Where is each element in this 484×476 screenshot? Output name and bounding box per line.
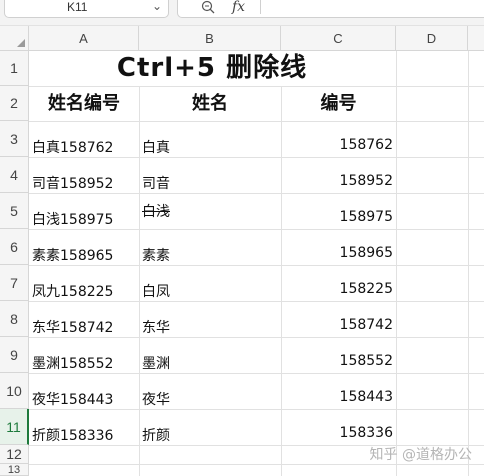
select-all-corner[interactable] — [0, 26, 29, 51]
row-header-4[interactable]: 4 — [0, 157, 29, 193]
cell-number[interactable]: 158225 — [281, 281, 393, 297]
cell-name[interactable]: 素素 — [142, 245, 170, 265]
header-name-id[interactable]: 姓名编号 — [29, 86, 139, 121]
fx-icon[interactable]: fx — [232, 0, 245, 15]
gridline — [29, 409, 484, 410]
row-header-8[interactable]: 8 — [0, 301, 29, 337]
formula-bar: K11 ⌄ fx — [0, 0, 484, 26]
gridline — [29, 121, 484, 122]
row-header-12[interactable]: 12 — [0, 445, 29, 464]
gridline — [29, 337, 484, 338]
cell-name[interactable]: 折颜 — [142, 425, 170, 445]
row-header-11[interactable]: 11 — [0, 409, 29, 445]
cell-name[interactable]: 夜华 — [142, 389, 170, 409]
cell-name[interactable]: 墨渊 — [142, 353, 170, 373]
column-header-bar: A B C D — [0, 26, 484, 51]
gridline — [468, 51, 469, 476]
cell-number[interactable]: 158952 — [281, 173, 393, 189]
gridline — [396, 51, 397, 476]
cell-number[interactable]: 158975 — [281, 209, 393, 225]
row-header-2[interactable]: 2 — [0, 86, 29, 121]
row-header-13[interactable]: 13 — [0, 464, 29, 476]
cell-combined[interactable]: 司音158952 — [32, 173, 113, 193]
cell-number[interactable]: 158762 — [281, 137, 393, 153]
row-header-3[interactable]: 3 — [0, 121, 29, 157]
cell-combined[interactable]: 东华158742 — [32, 317, 113, 337]
row-header-10[interactable]: 10 — [0, 373, 29, 409]
gridline — [29, 157, 484, 158]
cell-number[interactable]: 158552 — [281, 353, 393, 369]
cell-name[interactable]: 白真 — [142, 137, 170, 157]
select-all-icon — [17, 39, 25, 47]
cell-number[interactable]: 158742 — [281, 317, 393, 333]
cell-combined[interactable]: 墨渊158552 — [32, 353, 113, 373]
gridline — [29, 464, 484, 465]
row-header-7[interactable]: 7 — [0, 265, 29, 301]
cell-combined[interactable]: 夜华158443 — [32, 389, 113, 409]
row-header-6[interactable]: 6 — [0, 229, 29, 265]
watermark: 知乎 @道格办公 — [369, 447, 472, 463]
gridline — [29, 265, 484, 266]
header-name[interactable]: 姓名 — [139, 86, 281, 121]
cell-combined[interactable]: 白浅158975 — [32, 209, 113, 229]
gridline — [29, 229, 484, 230]
cell-name-strikethrough[interactable]: 白浅 — [142, 201, 170, 221]
cell-combined[interactable]: 凤九158225 — [32, 281, 113, 301]
gridline — [29, 193, 484, 194]
row-header-9[interactable]: 9 — [0, 337, 29, 373]
cell-name[interactable]: 白凤 — [142, 281, 170, 301]
header-number[interactable]: 编号 — [281, 86, 396, 121]
column-header-b[interactable]: B — [139, 26, 281, 51]
cell-name[interactable]: 东华 — [142, 317, 170, 337]
column-header-c[interactable]: C — [281, 26, 396, 51]
chevron-down-icon[interactable]: ⌄ — [152, 0, 162, 12]
cell-number[interactable]: 158443 — [281, 389, 393, 405]
column-header-a[interactable]: A — [29, 26, 139, 51]
zoom-icon[interactable] — [200, 0, 216, 14]
row-header-5[interactable]: 5 — [0, 193, 29, 229]
formula-input[interactable]: fx — [177, 0, 484, 18]
column-header-d[interactable]: D — [396, 26, 468, 51]
row-header-1[interactable]: 1 — [0, 51, 29, 86]
cell-name[interactable]: 司音 — [142, 173, 170, 193]
gridline — [139, 86, 140, 476]
gridline — [29, 301, 484, 302]
sheet-title[interactable]: Ctrl+5 删除线 — [29, 51, 395, 86]
name-box[interactable]: K11 ⌄ — [4, 0, 169, 18]
cell-combined[interactable]: 素素158965 — [32, 245, 113, 265]
divider — [260, 0, 261, 14]
cell-number[interactable]: 158336 — [281, 425, 393, 441]
gridline — [29, 373, 484, 374]
spreadsheet-grid[interactable]: Ctrl+5 删除线 姓名编号 姓名 编号 白真158762 白真 158762… — [29, 51, 484, 476]
cell-combined[interactable]: 折颜158336 — [32, 425, 113, 445]
cell-number[interactable]: 158965 — [281, 245, 393, 261]
cell-combined[interactable]: 白真158762 — [32, 137, 113, 157]
cell-reference: K11 — [67, 0, 88, 14]
